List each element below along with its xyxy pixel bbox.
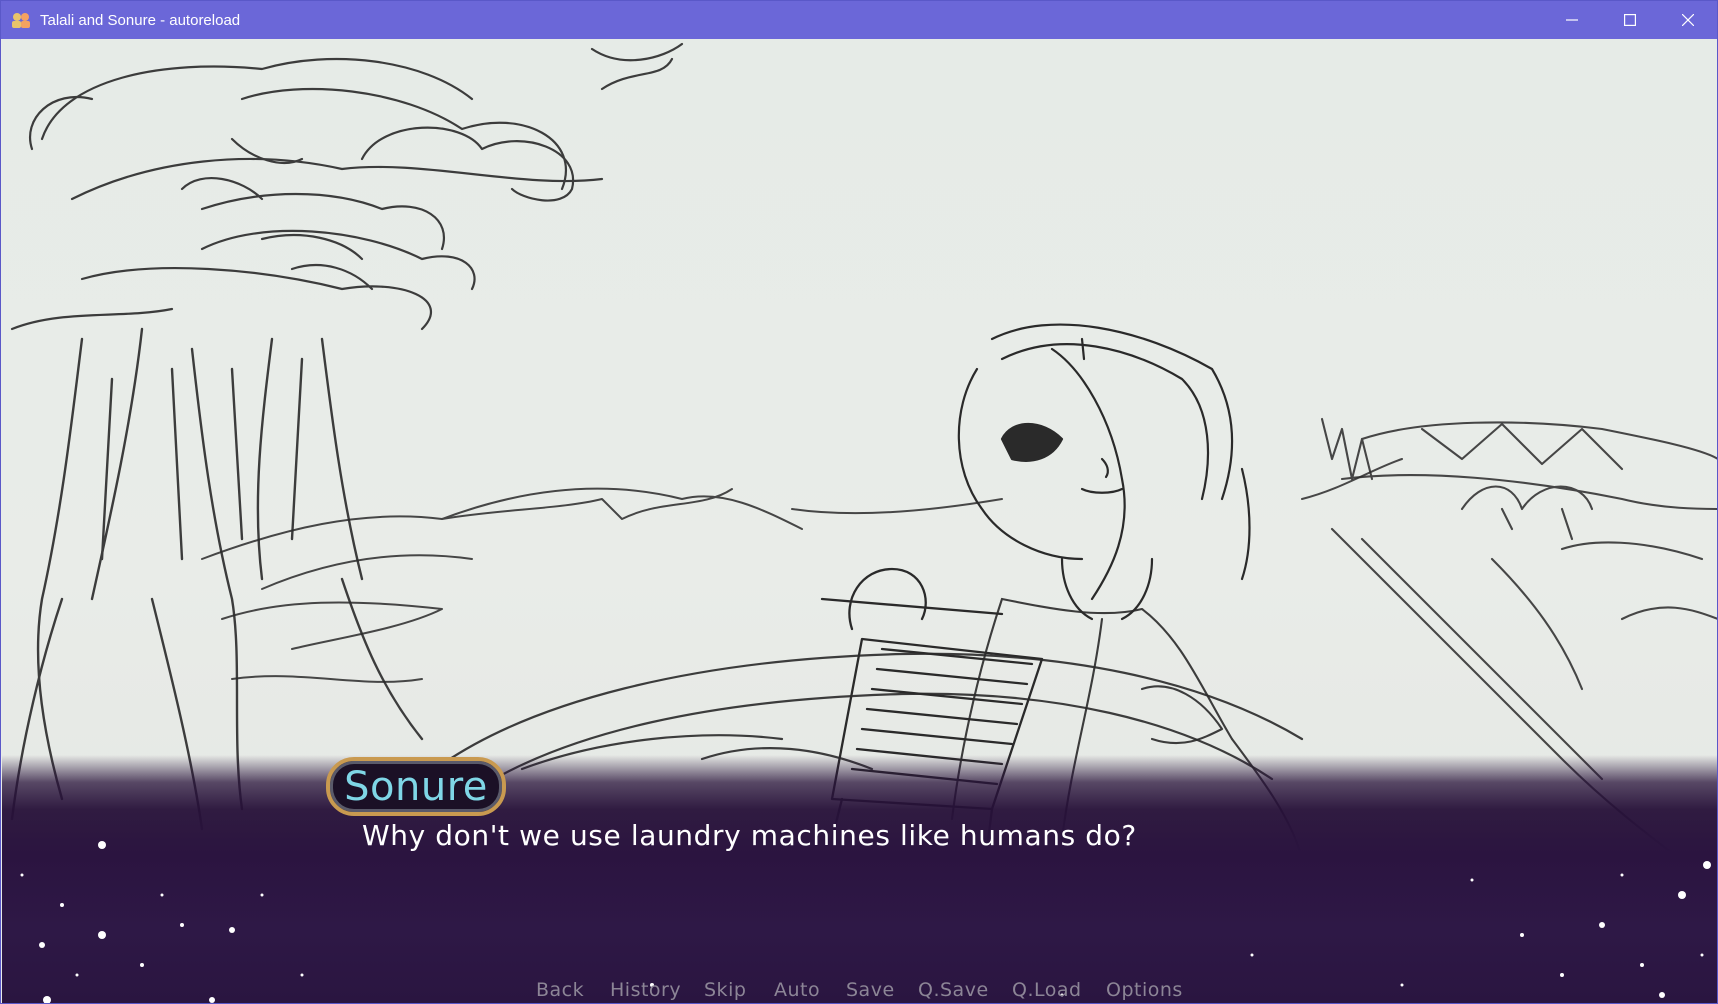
title-bar[interactable]: Talali and Sonure - autoreload xyxy=(1,1,1717,39)
window-title: Talali and Sonure - autoreload xyxy=(40,11,241,29)
speaker-name: Sonure xyxy=(344,763,488,810)
game-scene[interactable] xyxy=(2,39,1717,1003)
game-window: Talali and Sonure - autoreload Sonure Wh… xyxy=(0,0,1718,1004)
window-controls xyxy=(1543,1,1717,39)
history-button[interactable]: History xyxy=(610,979,681,1001)
quick-save-button[interactable]: Q.Save xyxy=(918,979,989,1001)
close-button[interactable] xyxy=(1659,1,1717,39)
minimize-button[interactable] xyxy=(1543,1,1601,39)
maximize-icon xyxy=(1624,14,1636,26)
auto-button[interactable]: Auto xyxy=(774,979,820,1001)
options-button[interactable]: Options xyxy=(1106,979,1183,1001)
speaker-namebox: Sonure xyxy=(326,757,506,816)
close-icon xyxy=(1682,14,1694,26)
save-button[interactable]: Save xyxy=(846,979,895,1001)
minimize-icon xyxy=(1566,19,1578,21)
back-button[interactable]: Back xyxy=(536,979,584,1001)
dialogue-text: Why don't we use laundry machines like h… xyxy=(362,819,1137,852)
starfield-decoration xyxy=(20,841,1711,1003)
quick-menu: Back History Skip Auto Save Q.Save Q.Loa… xyxy=(1,979,1717,1003)
dialogue-panel[interactable] xyxy=(2,755,1717,1003)
maximize-button[interactable] xyxy=(1601,1,1659,39)
skip-button[interactable]: Skip xyxy=(704,979,746,1001)
quick-load-button[interactable]: Q.Load xyxy=(1012,979,1082,1001)
app-icon xyxy=(11,10,31,30)
